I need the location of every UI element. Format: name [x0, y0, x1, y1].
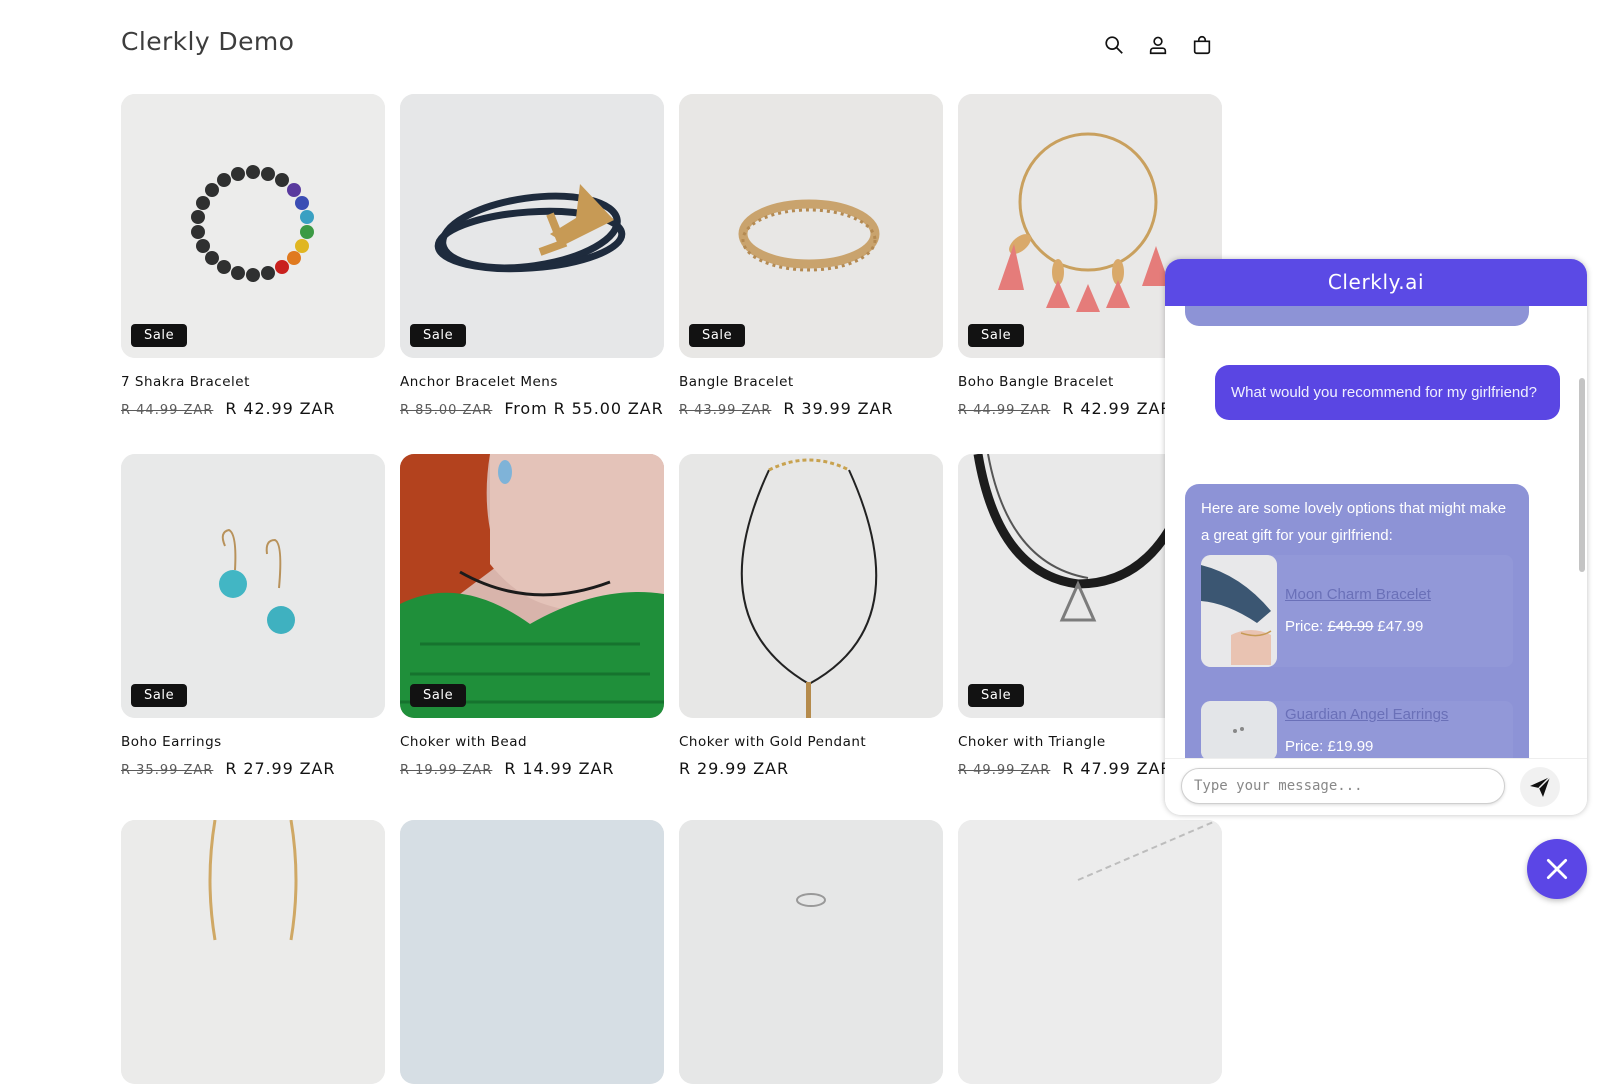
product-card[interactable]: [400, 820, 664, 1084]
recommendation-old-price: £49.99: [1327, 618, 1374, 635]
close-chat-button[interactable]: [1527, 839, 1587, 899]
sale-badge: Sale: [131, 684, 188, 707]
product-price: R 29.99 ZAR: [679, 759, 943, 778]
product-title[interactable]: 7 Shakra Bracelet: [121, 374, 385, 390]
recommendation-card[interactable]: Guardian Angel Earrings Price: £19.99: [1201, 701, 1513, 758]
close-icon: [1546, 858, 1568, 880]
product-price: R 43.99 ZAR R 39.99 ZAR: [679, 399, 943, 418]
recommendation-sale-price: £19.99: [1327, 738, 1374, 755]
product-image[interactable]: [121, 820, 385, 1084]
product-title[interactable]: Choker with Bead: [400, 734, 664, 750]
store-logo[interactable]: Clerkly Demo: [121, 27, 294, 56]
search-icon[interactable]: [1099, 30, 1129, 60]
product-card[interactable]: Choker with Gold Pendant R 29.99 ZAR: [679, 454, 943, 778]
sale-badge: Sale: [410, 324, 467, 347]
product-thumbnail[interactable]: [1201, 555, 1277, 667]
sale-price: From R 55.00 ZAR: [504, 399, 664, 418]
bot-message: Here are some lovely options that might …: [1185, 484, 1529, 758]
regular-price: R 43.99 ZAR: [679, 403, 772, 418]
send-icon[interactable]: [1520, 767, 1560, 807]
account-icon[interactable]: [1143, 30, 1173, 60]
regular-price: R 85.00 ZAR: [400, 403, 493, 418]
product-title[interactable]: Anchor Bracelet Mens: [400, 374, 664, 390]
product-image[interactable]: [679, 820, 943, 1084]
product-image[interactable]: [958, 820, 1222, 1084]
sale-badge: Sale: [689, 324, 746, 347]
sale-price: R 47.99 ZAR: [1062, 759, 1173, 778]
regular-price: R 19.99 ZAR: [400, 763, 493, 778]
recommendation-price: Price: £19.99: [1285, 738, 1374, 755]
price: R 29.99 ZAR: [679, 759, 790, 778]
cart-icon[interactable]: [1187, 30, 1217, 60]
recommendation-sale-price: £47.99: [1377, 618, 1424, 635]
chat-widget: Clerkly.ai What would you recommend for …: [1165, 259, 1587, 815]
product-card[interactable]: [679, 820, 943, 1084]
product-thumbnail[interactable]: [1201, 701, 1277, 758]
sale-price: R 14.99 ZAR: [504, 759, 615, 778]
product-card[interactable]: Sale Anchor Bracelet Mens R 85.00 ZAR Fro…: [400, 94, 664, 418]
recommendation-link[interactable]: Moon Charm Bracelet: [1285, 581, 1431, 608]
sale-price: R 27.99 ZAR: [225, 759, 336, 778]
chat-input-bar: [1165, 758, 1587, 815]
sale-price: R 42.99 ZAR: [1062, 399, 1173, 418]
chat-scrollbar[interactable]: [1579, 378, 1585, 572]
regular-price: R 44.99 ZAR: [958, 403, 1051, 418]
product-price: R 44.99 ZAR R 42.99 ZAR: [121, 399, 385, 418]
bot-message-text: Here are some lovely options that might …: [1201, 500, 1507, 544]
product-image[interactable]: Sale: [400, 94, 664, 358]
product-title[interactable]: Bangle Bracelet: [679, 374, 943, 390]
sale-badge: Sale: [968, 684, 1025, 707]
product-card[interactable]: Sale Choker with Bead R 19.99 ZAR R 14.99…: [400, 454, 664, 778]
product-image[interactable]: Sale: [400, 454, 664, 718]
site-header: Clerkly Demo: [0, 0, 1240, 90]
product-title[interactable]: Boho Earrings: [121, 734, 385, 750]
product-price: R 35.99 ZAR R 27.99 ZAR: [121, 759, 385, 778]
chat-header-title: Clerkly.ai: [1165, 259, 1587, 306]
product-price: R 19.99 ZAR R 14.99 ZAR: [400, 759, 664, 778]
product-title[interactable]: Choker with Gold Pendant: [679, 734, 943, 750]
regular-price: R 44.99 ZAR: [121, 403, 214, 418]
chat-message-input[interactable]: [1181, 768, 1505, 804]
product-image[interactable]: Sale: [121, 454, 385, 718]
product-card[interactable]: [121, 820, 385, 1084]
sale-price: R 42.99 ZAR: [225, 399, 336, 418]
sale-badge: Sale: [410, 684, 467, 707]
user-message: What would you recommend for my girlfrie…: [1215, 365, 1560, 420]
sale-badge: Sale: [131, 324, 188, 347]
regular-price: R 35.99 ZAR: [121, 763, 214, 778]
product-card[interactable]: Sale Bangle Bracelet R 43.99 ZAR R 39.99 …: [679, 94, 943, 418]
recommendation-link[interactable]: Guardian Angel Earrings: [1285, 701, 1448, 728]
sale-price: R 39.99 ZAR: [783, 399, 894, 418]
product-image[interactable]: [679, 454, 943, 718]
regular-price: R 49.99 ZAR: [958, 763, 1051, 778]
product-image[interactable]: Sale: [679, 94, 943, 358]
product-price: R 85.00 ZAR From R 55.00 ZAR: [400, 399, 664, 418]
chat-messages[interactable]: What would you recommend for my girlfrie…: [1165, 306, 1587, 758]
product-card[interactable]: Sale 7 Shakra Bracelet R 44.99 ZAR R 42.9…: [121, 94, 385, 418]
product-image[interactable]: Sale: [121, 94, 385, 358]
recommendation-card[interactable]: Moon Charm Bracelet Price: £49.99 £47.99: [1201, 555, 1513, 667]
previous-message-bubble: [1185, 306, 1529, 326]
product-card[interactable]: [958, 820, 1222, 1084]
sale-badge: Sale: [968, 324, 1025, 347]
product-card[interactable]: Sale Boho Earrings R 35.99 ZAR R 27.99 ZA…: [121, 454, 385, 778]
recommendation-price: Price: £49.99 £47.99: [1285, 618, 1424, 635]
product-image[interactable]: [400, 820, 664, 1084]
